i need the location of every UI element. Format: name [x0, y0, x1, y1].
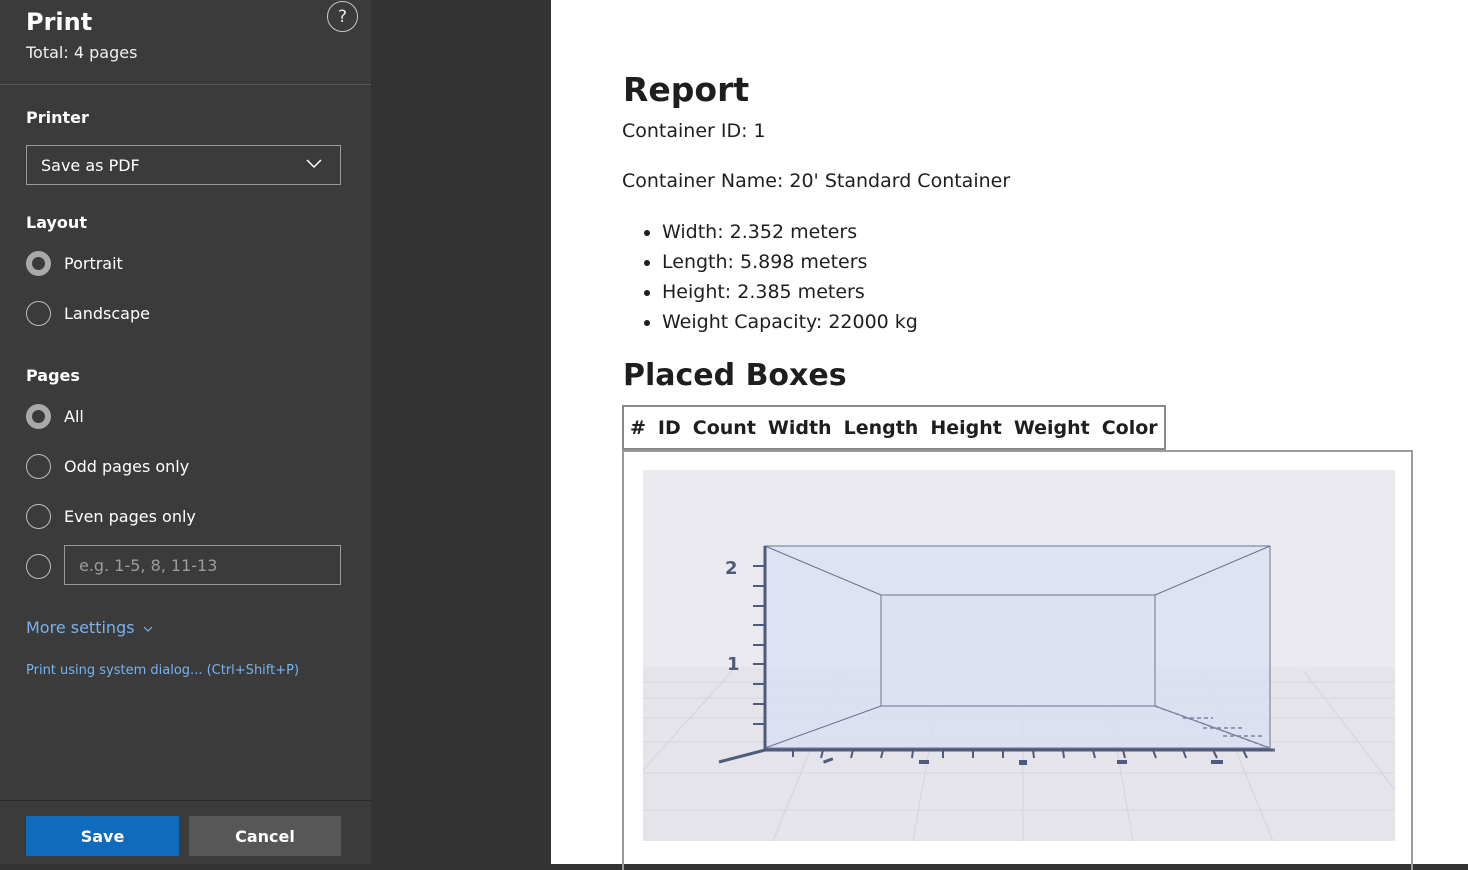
pages-odd-option[interactable]: Odd pages only	[26, 453, 189, 479]
pages-all-option[interactable]: All	[26, 403, 84, 429]
total-pages: Total: 4 pages	[26, 43, 138, 62]
footer-divider	[0, 800, 371, 801]
chevron-down-icon	[306, 159, 322, 169]
even-pages-label: Even pages only	[64, 506, 196, 526]
z-tick-label-2: 2	[725, 558, 738, 579]
table-header-row: # ID Count Width Length Height Weight Co…	[624, 407, 1164, 448]
spec-width: Width: 2.352 meters	[662, 219, 918, 249]
placed-boxes-title: Placed Boxes	[623, 358, 847, 393]
help-button[interactable]: ?	[327, 1, 358, 32]
printer-select-value: Save as PDF	[41, 155, 140, 175]
pages-custom-option[interactable]	[26, 553, 51, 579]
col-id: ID	[657, 416, 681, 439]
odd-pages-radio[interactable]	[26, 453, 51, 479]
col-count: Count	[692, 416, 756, 439]
help-icon: ?	[337, 6, 348, 27]
container-3d-chart[interactable]: 2 1	[642, 470, 1396, 842]
odd-pages-label: Odd pages only	[64, 456, 190, 476]
container-back-face	[880, 594, 1156, 707]
landscape-radio[interactable]	[26, 300, 51, 326]
spec-height: Height: 2.385 meters	[662, 279, 918, 309]
system-dialog-link[interactable]: Print using system dialog... (Ctrl+Shift…	[26, 663, 299, 678]
col-length: Length	[843, 416, 919, 439]
cancel-button[interactable]: Cancel	[189, 816, 341, 856]
pages-even-option[interactable]: Even pages only	[26, 503, 196, 529]
portrait-label: Portrait	[64, 253, 123, 273]
spec-length: Length: 5.898 meters	[662, 249, 918, 279]
report-title: Report	[623, 70, 750, 109]
col-weight: Weight	[1013, 416, 1090, 439]
spec-weight-capacity: Weight Capacity: 22000 kg	[662, 309, 918, 339]
print-panel: Print Total: 4 pages ? Printer Save as P…	[0, 0, 371, 864]
all-pages-radio[interactable]	[26, 403, 51, 429]
more-settings-link[interactable]: More settings	[26, 618, 153, 637]
z-tick-label-1: 1	[727, 654, 740, 675]
more-settings-label: More settings	[26, 618, 135, 637]
container-specs-list: Width: 2.352 meters Length: 5.898 meters…	[622, 219, 918, 339]
printer-select[interactable]: Save as PDF	[26, 145, 341, 185]
col-index: #	[630, 416, 646, 439]
portrait-radio[interactable]	[26, 250, 51, 276]
layout-landscape-option[interactable]: Landscape	[26, 300, 150, 326]
chevron-down-icon	[143, 626, 152, 632]
chart-svg: 2 1	[642, 545, 1396, 842]
print-title: Print	[26, 8, 93, 36]
save-button[interactable]: Save	[26, 816, 179, 856]
preview-background	[371, 0, 551, 864]
landscape-label: Landscape	[64, 303, 150, 323]
placed-boxes-table: # ID Count Width Length Height Weight Co…	[622, 405, 1166, 450]
container-name: Container Name: 20' Standard Container	[622, 170, 1011, 192]
col-color: Color	[1101, 416, 1158, 439]
pages-label: Pages	[26, 366, 80, 385]
page-range-input[interactable]	[64, 545, 341, 585]
layout-portrait-option[interactable]: Portrait	[26, 250, 123, 276]
even-pages-radio[interactable]	[26, 503, 51, 529]
col-width: Width	[767, 416, 832, 439]
preview-page[interactable]: Report Container ID: 1 Container Name: 2…	[551, 0, 1468, 870]
container-id: Container ID: 1	[622, 120, 766, 142]
custom-pages-radio[interactable]	[26, 553, 51, 579]
header-divider	[0, 84, 371, 85]
container-chart-frame: 2 1	[622, 450, 1413, 870]
all-pages-label: All	[64, 406, 84, 426]
layout-label: Layout	[26, 213, 87, 232]
col-height: Height	[930, 416, 1002, 439]
printer-label: Printer	[26, 108, 89, 127]
